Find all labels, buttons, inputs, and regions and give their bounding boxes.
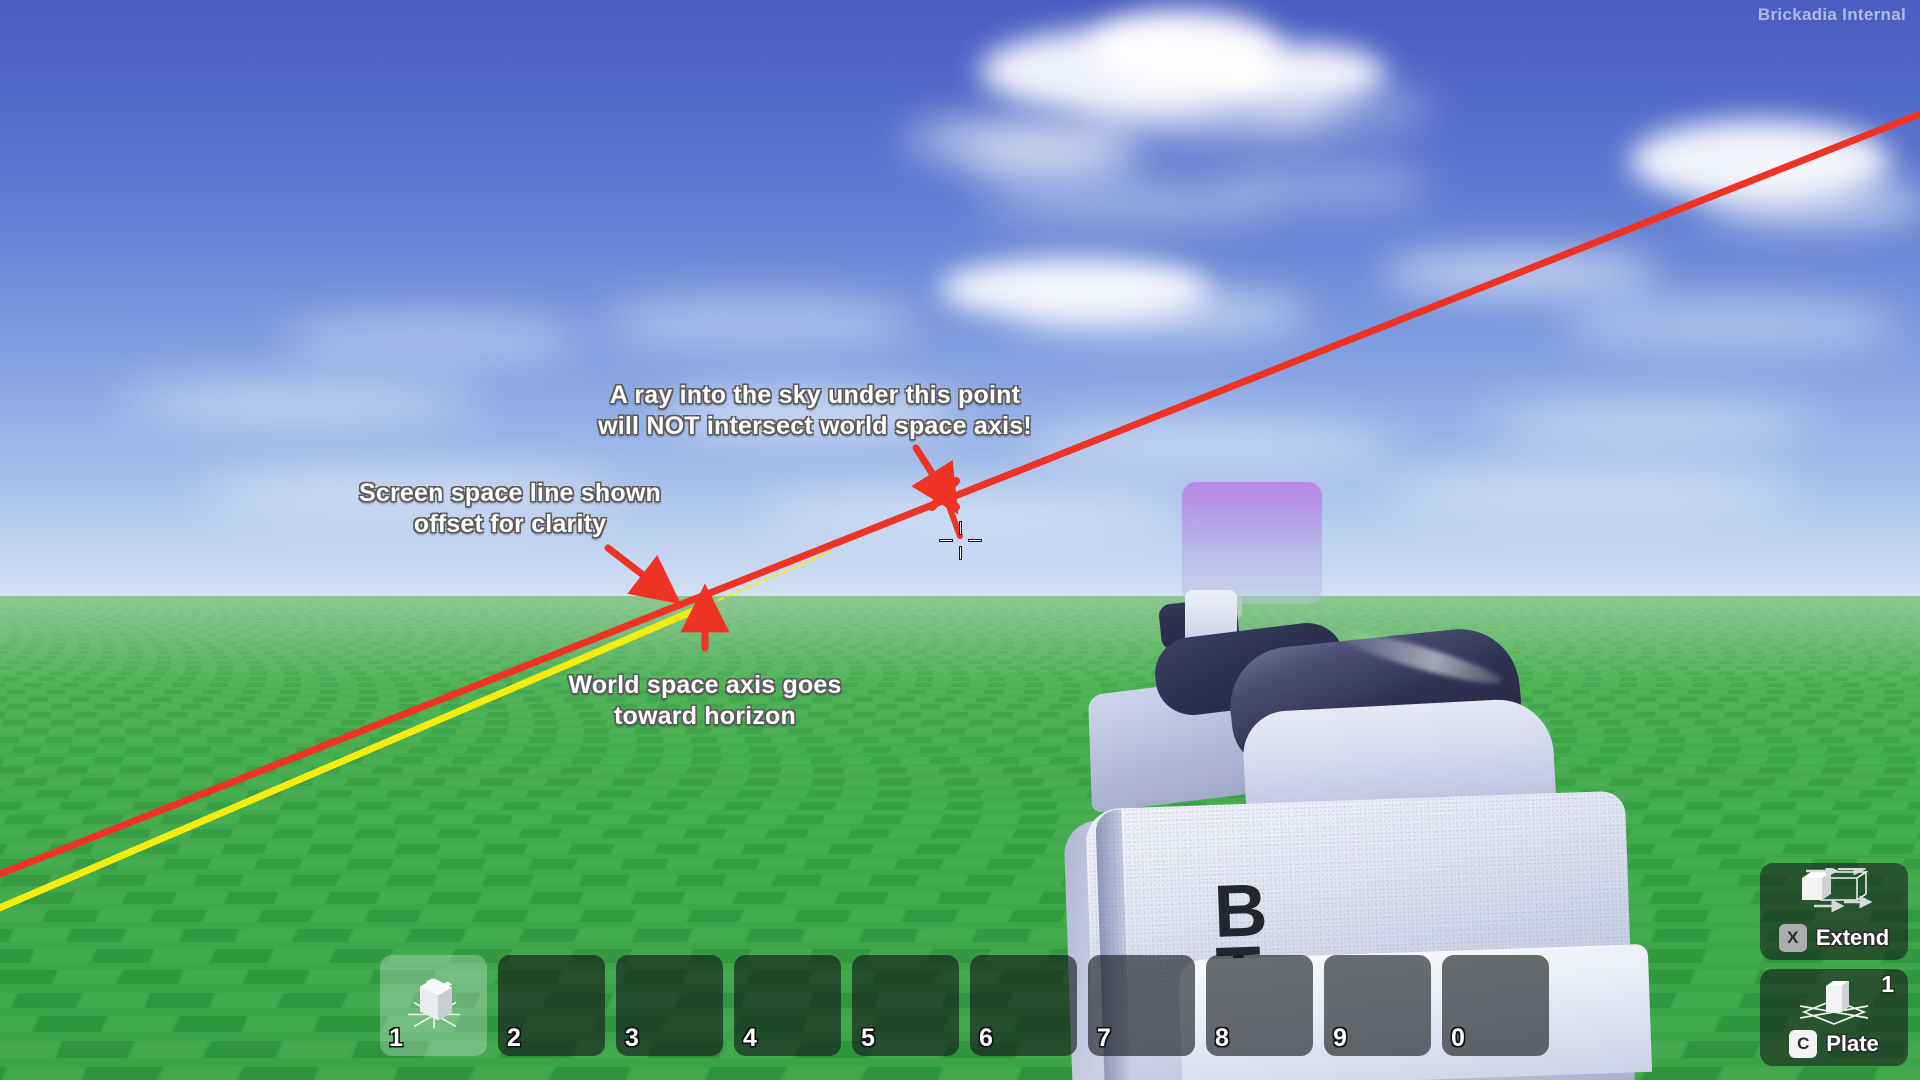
arrow-to-marker [911, 444, 959, 515]
arrow-to-screen-line [604, 544, 682, 605]
game-viewport: BT A ray into the sky under this point w… [0, 0, 1920, 1080]
crosshair-tick-3 [968, 538, 982, 542]
keycap-c[interactable]: C [1789, 1030, 1818, 1058]
hud-card-badge: 1 [1881, 971, 1894, 997]
hotbar-slot-key: 2 [507, 1024, 521, 1052]
hud-card-label: Extend [1815, 925, 1890, 950]
hotbar-slot-6[interactable]: 6 [970, 955, 1077, 1056]
hotbar-slot-key: 9 [1333, 1024, 1347, 1052]
hud-card-extend[interactable]: X Extend [1760, 862, 1908, 960]
annotation-world-space-note: World space axis goes toward horizon [568, 671, 842, 730]
hotbar-slot-2[interactable]: 2 [498, 955, 605, 1056]
hotbar-slot-key: 7 [1097, 1024, 1111, 1052]
hotbar-slot-7[interactable]: 7 [1088, 955, 1195, 1056]
hotbar-slot-key: 1 [389, 1024, 403, 1052]
annotation-ray-note: A ray into the sky under this point will… [598, 381, 1032, 440]
extend-brick-icon [1760, 862, 1908, 924]
hud-card-plate[interactable]: 1 C Plate [1760, 969, 1908, 1066]
crosshair-tick-0 [958, 521, 962, 535]
hotbar-slot-key: 4 [743, 1024, 757, 1052]
debug-line-overlay [0, 110, 1920, 912]
keycap-x[interactable]: X [1778, 924, 1807, 952]
hotbar-slot-0[interactable]: 0 [1442, 955, 1549, 1056]
hotbar-slot-8[interactable]: 8 [1206, 955, 1313, 1056]
hotbar[interactable]: 1 2 3 4 5 6 7 8 9 0 [380, 955, 1549, 1056]
annotation-screen-space-note: Screen space line shown offset for clari… [359, 479, 661, 538]
hud-card-row: X Extend [1778, 924, 1890, 952]
hotbar-slot-key: 6 [979, 1024, 993, 1052]
hotbar-slot-key: 0 [1451, 1024, 1465, 1052]
hud-card-row: C Plate [1789, 1030, 1879, 1058]
hotbar-slot-3[interactable]: 3 [616, 955, 723, 1056]
hotbar-slot-key: 3 [625, 1024, 639, 1052]
hotbar-slot-4[interactable]: 4 [734, 955, 841, 1056]
world-space-axis-line [0, 604, 704, 912]
crosshair-tick-2 [939, 538, 953, 542]
hud-card-label: Plate [1826, 1031, 1879, 1056]
hotbar-slot-1[interactable]: 1 [380, 955, 487, 1056]
brick-item-icon [398, 963, 470, 1040]
crosshair-tick-1 [958, 546, 962, 560]
hotbar-slot-9[interactable]: 9 [1324, 955, 1431, 1056]
build-watermark: Brickadia Internal [1757, 5, 1906, 24]
tool-mode-cards: X Extend 1 C Plate [1760, 862, 1908, 1066]
screen-space-line [0, 110, 1920, 878]
hotbar-slot-key: 8 [1215, 1024, 1229, 1052]
hotbar-slot-5[interactable]: 5 [852, 955, 959, 1056]
hotbar-slot-key: 5 [861, 1024, 875, 1052]
world-space-axis-line-far [698, 550, 832, 610]
